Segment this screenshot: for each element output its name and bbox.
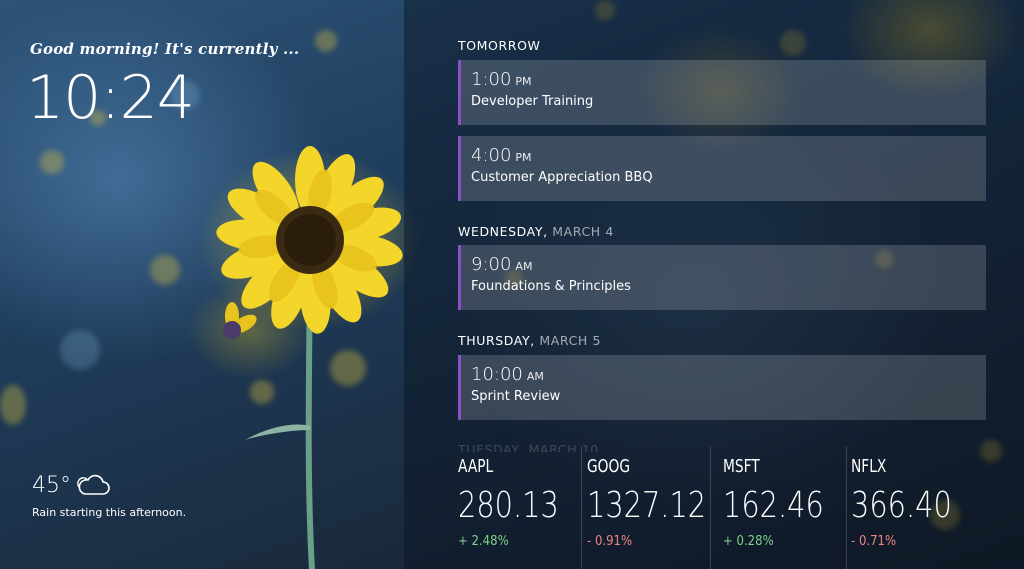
event-ampm: AM bbox=[515, 260, 533, 273]
sunflower-illustration bbox=[216, 146, 403, 569]
event-time: 4:00 bbox=[471, 145, 512, 166]
stock-change: + 0.28% bbox=[723, 534, 774, 549]
stock-change: - 0.91% bbox=[587, 534, 633, 549]
stock-item: GOOG 1327.12 - 0.91% bbox=[575, 446, 711, 569]
cloud-rain-icon bbox=[77, 474, 110, 495]
event-title: Sprint Review bbox=[471, 389, 561, 404]
stock-item: NFLX 366.40 - 0.71% bbox=[839, 446, 975, 569]
stock-symbol: GOOG bbox=[587, 456, 631, 477]
stock-change: - 0.71% bbox=[851, 534, 897, 549]
day-label: TOMORROW bbox=[458, 38, 541, 53]
greeting-text: Good morning! It's currently ... bbox=[30, 40, 300, 58]
weather-temperature: 45° bbox=[32, 473, 71, 498]
weather-summary: Rain starting this afternoon. bbox=[32, 506, 187, 519]
calendar-event[interactable]: 4:00 PM Customer Appreciation BBQ bbox=[458, 136, 986, 201]
stock-symbol: AAPL bbox=[458, 456, 494, 477]
event-time: 10:00 bbox=[471, 364, 523, 385]
event-title: Foundations & Principles bbox=[471, 279, 631, 294]
stock-symbol: NFLX bbox=[851, 456, 887, 477]
stock-price: 280.13 bbox=[458, 485, 559, 526]
day-label: THURSDAY, MARCH 5 bbox=[458, 333, 602, 348]
calendar-event[interactable]: 10:00 AM Sprint Review bbox=[458, 355, 986, 420]
event-time: 1:00 bbox=[471, 69, 512, 90]
stock-price: 366.40 bbox=[851, 485, 952, 526]
stock-ticker: AAPL 280.13 + 2.48% GOOG 1327.12 - 0.91%… bbox=[446, 446, 1024, 569]
day-label: WEDNESDAY, MARCH 4 bbox=[458, 224, 614, 239]
stock-change: + 2.48% bbox=[458, 534, 509, 549]
stock-item: MSFT 162.46 + 0.28% bbox=[711, 446, 847, 569]
event-title: Developer Training bbox=[471, 94, 594, 109]
stock-symbol: MSFT bbox=[723, 456, 760, 477]
clock-time: 10:24 bbox=[26, 63, 195, 133]
event-ampm: AM bbox=[526, 370, 544, 383]
stock-price: 162.46 bbox=[723, 485, 824, 526]
calendar-event[interactable]: 1:00 PM Developer Training bbox=[458, 60, 986, 125]
event-ampm: PM bbox=[515, 75, 532, 88]
weather-widget: 45° Rain starting this afternoon. bbox=[32, 473, 186, 519]
calendar-event[interactable]: 9:00 AM Foundations & Principles bbox=[458, 245, 986, 310]
event-time: 9:00 bbox=[471, 254, 512, 275]
stock-price: 1327.12 bbox=[587, 485, 707, 526]
event-title: Customer Appreciation BBQ bbox=[471, 170, 653, 185]
event-ampm: PM bbox=[515, 151, 532, 164]
stock-item: AAPL 280.13 + 2.48% bbox=[446, 446, 582, 569]
